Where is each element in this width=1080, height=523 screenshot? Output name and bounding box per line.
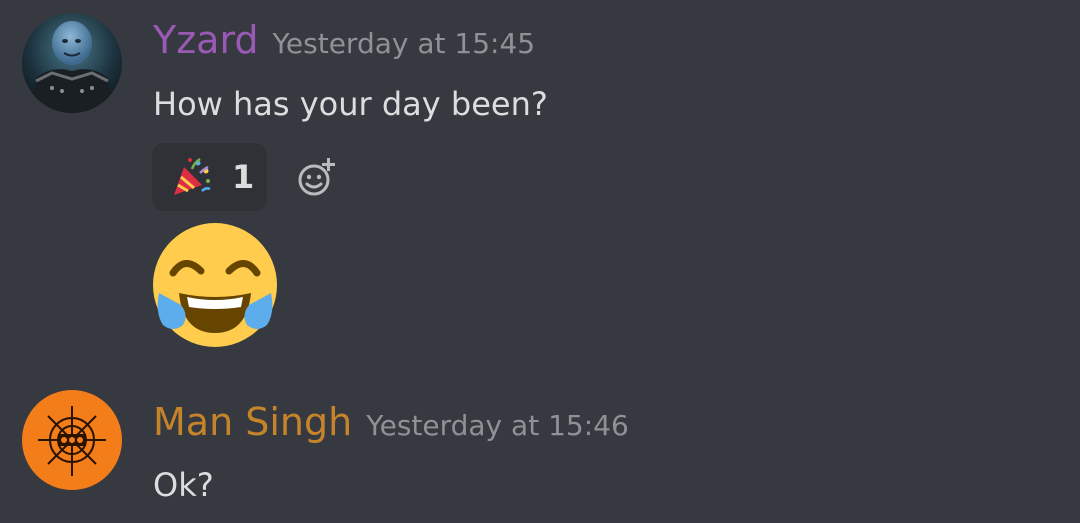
reaction-pill[interactable]: 1 [152, 143, 267, 211]
timestamp: Yesterday at 15:45 [272, 27, 536, 60]
message-header: Man Singh Yesterday at 15:46 [153, 400, 629, 444]
add-reaction-icon[interactable] [296, 156, 338, 198]
party-popper-icon [174, 157, 211, 195]
message-group: Man Singh Yesterday at 15:46 Ok? [0, 380, 1080, 523]
timestamp: Yesterday at 15:46 [366, 409, 629, 442]
chat-panel: Yzard Yesterday at 15:45 How has your day… [0, 0, 1080, 523]
username[interactable]: Man Singh [153, 400, 352, 444]
username[interactable]: Yzard [153, 18, 259, 62]
message-header: Yzard Yesterday at 15:45 [153, 18, 535, 62]
message-group: Yzard Yesterday at 15:45 How has your day… [0, 0, 1080, 370]
message-text: Ok? [153, 466, 214, 504]
reaction-count: 1 [232, 158, 255, 196]
orange-compass-avatar-icon[interactable] [22, 390, 122, 490]
user-avatar-icon[interactable] [22, 13, 122, 113]
face-with-tears-of-joy-icon [151, 221, 279, 349]
message-text: How has your day been? [153, 85, 548, 123]
